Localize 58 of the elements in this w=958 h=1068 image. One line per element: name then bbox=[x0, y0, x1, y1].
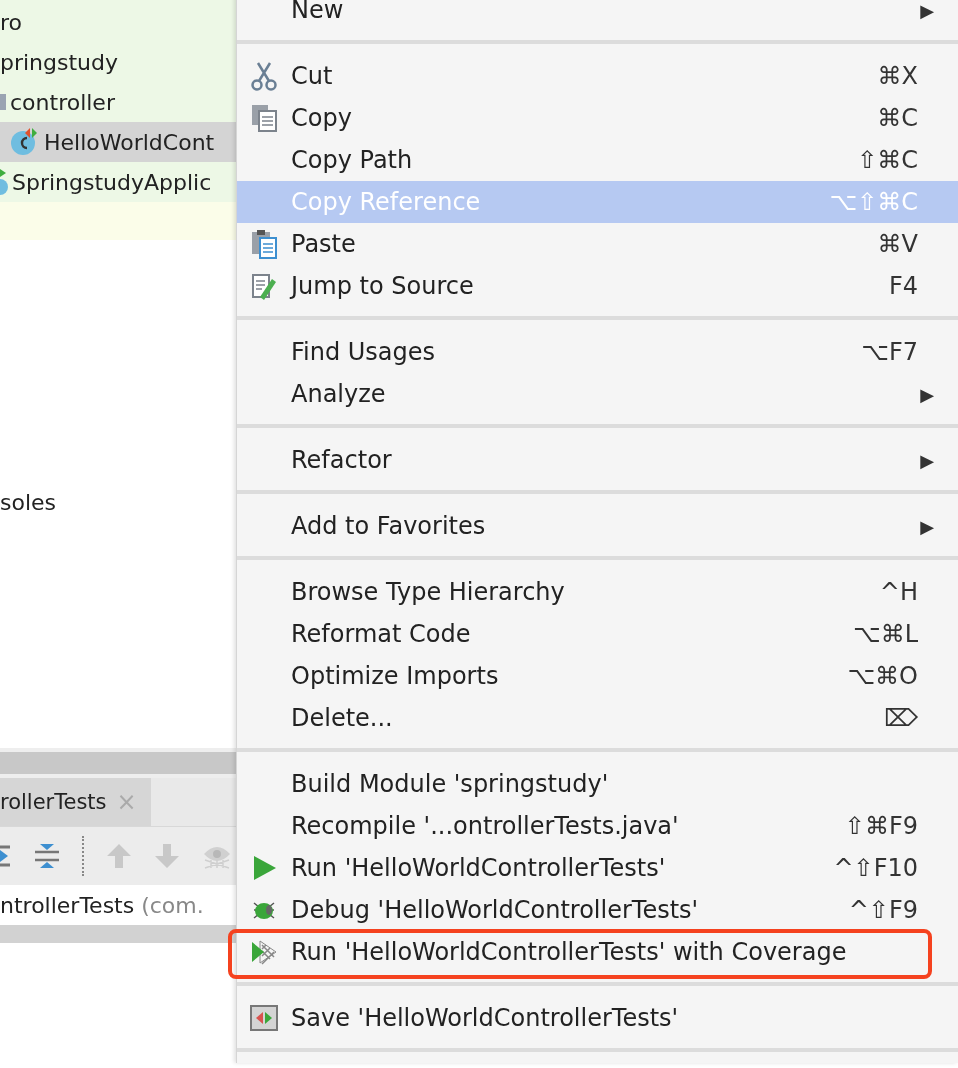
submenu-arrow-icon: ▶ bbox=[920, 449, 934, 471]
menu-item[interactable]: Delete... ⌦ bbox=[237, 697, 958, 739]
submenu-arrow-icon: ▶ bbox=[920, 383, 934, 405]
shortcut-label: ⌥F7 bbox=[861, 338, 918, 366]
run-coverage-icon bbox=[250, 937, 278, 967]
shortcut-label: ^⇧F9 bbox=[848, 896, 918, 924]
tree-item[interactable]: pringstudy bbox=[0, 42, 236, 82]
submenu-arrow-icon: ▶ bbox=[920, 515, 934, 537]
shortcut-label: ⌘C bbox=[877, 104, 918, 132]
menu-item[interactable]: Browse Type Hierarchy ^H bbox=[237, 571, 958, 613]
tree-item[interactable]: controller bbox=[0, 82, 236, 122]
shortcut-label: ⌥⇧⌘C bbox=[829, 188, 918, 216]
menu-item[interactable]: Jump to Source F4 bbox=[237, 265, 958, 307]
menu-item[interactable]: Cut ⌘X bbox=[237, 55, 958, 97]
scissors-icon bbox=[250, 61, 278, 91]
shortcut-label: ⌘V bbox=[877, 230, 918, 258]
run-tab[interactable]: rollerTests × bbox=[0, 778, 151, 826]
menu-item[interactable]: Analyze ▶ bbox=[237, 373, 958, 415]
class-icon bbox=[0, 167, 8, 197]
shortcut-label: ⇧⌘F9 bbox=[844, 812, 918, 840]
down-arrow-icon[interactable] bbox=[154, 843, 180, 869]
menu-item[interactable]: Refactor ▶ bbox=[237, 439, 958, 481]
splitter-bar[interactable] bbox=[0, 748, 236, 778]
menu-item[interactable]: Add to Favorites ▶ bbox=[237, 505, 958, 547]
test-tree-item[interactable]: ntrollerTests (com. bbox=[0, 892, 204, 918]
shortcut-label: ⌥⌘L bbox=[852, 620, 918, 648]
tree-item[interactable]: SpringstudyApplic bbox=[0, 162, 236, 202]
menu-item[interactable]: Run 'HelloWorldControllerTests' with Coverage bbox=[237, 931, 958, 973]
menu-item[interactable]: Reformat Code ⌥⌘L bbox=[237, 613, 958, 655]
submenu-arrow-icon: ▶ bbox=[920, 0, 934, 21]
shortcut-label: ⇧⌘C bbox=[857, 146, 918, 174]
shortcut-label: ⌥⌘O bbox=[847, 662, 918, 690]
pencil-icon bbox=[250, 271, 278, 301]
save-icon bbox=[250, 1003, 278, 1033]
menu-item[interactable]: Run 'HelloWorldControllerTests' ^⇧F10 bbox=[237, 847, 958, 889]
menu-item[interactable]: Copy ⌘C bbox=[237, 97, 958, 139]
shortcut-label: F4 bbox=[888, 272, 918, 300]
up-arrow-icon[interactable] bbox=[106, 843, 132, 869]
menu-item[interactable]: Recompile '...ontrollerTests.java' ⇧⌘F9 bbox=[237, 805, 958, 847]
menu-item[interactable]: Save 'HelloWorldControllerTests' bbox=[237, 997, 958, 1039]
menu-item[interactable]: Build Module 'springstudy' bbox=[237, 763, 958, 805]
menu-item[interactable]: New ▶ bbox=[237, 0, 958, 31]
menu-item[interactable]: Debug 'HelloWorldControllerTests' ^⇧F9 bbox=[237, 889, 958, 931]
menu-item[interactable]: Find Usages ⌥F7 bbox=[237, 331, 958, 373]
tree-item[interactable]: HelloWorldCont bbox=[0, 122, 236, 162]
copy-icon bbox=[250, 103, 278, 133]
panel-label[interactable]: soles bbox=[0, 490, 57, 515]
menu-item[interactable]: Optimize Imports ⌥⌘O bbox=[237, 655, 958, 697]
menu-item[interactable]: Copy Path ⇧⌘C bbox=[237, 139, 958, 181]
class-icon bbox=[10, 127, 40, 157]
tree-item[interactable]: ro bbox=[0, 2, 236, 42]
shortcut-label: ⌘X bbox=[877, 62, 918, 90]
collapse-all-icon[interactable] bbox=[34, 841, 60, 871]
paste-icon bbox=[250, 229, 278, 259]
menu-item[interactable]: Paste ⌘V bbox=[237, 223, 958, 265]
shortcut-label: ^⇧F10 bbox=[833, 854, 918, 882]
shortcut-label: ⌦ bbox=[884, 704, 918, 732]
shortcut-label: ^H bbox=[879, 578, 918, 606]
